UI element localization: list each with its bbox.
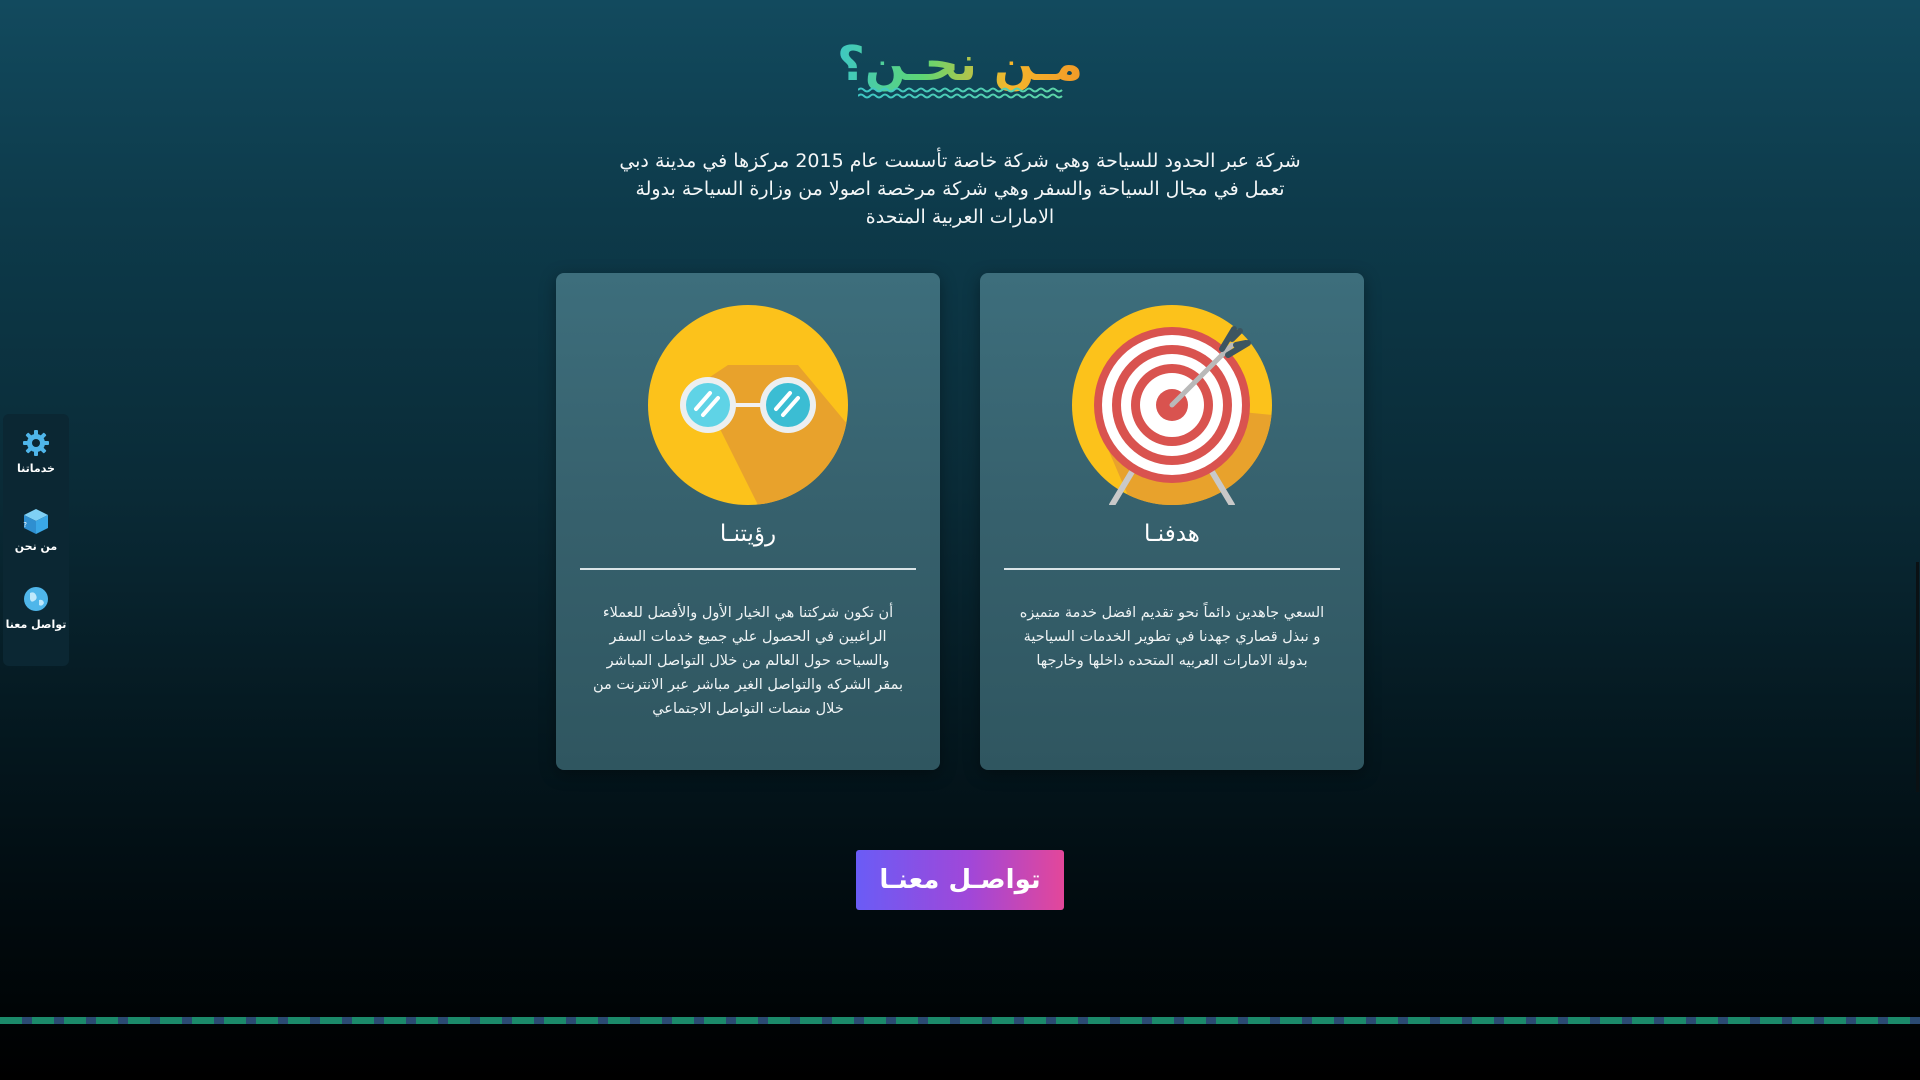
goal-card-title: هدفنـا <box>1144 521 1200 547</box>
target-icon <box>1072 305 1272 505</box>
globe-icon <box>24 587 48 611</box>
goal-card: هدفنـا السعي جاهدين دائماً نحو تقديم افض… <box>980 273 1364 770</box>
side-nav-label-contact: تواصل معنا <box>5 618 67 631</box>
about-intro-text: شركة عبر الحدود للسياحة وهي شركة خاصة تأ… <box>619 150 1301 228</box>
gear-icon <box>23 430 49 456</box>
vision-card: رؤيتنـا أن تكون شركتنا هي الخيار الأول و… <box>556 273 940 770</box>
vision-card-text: أن تكون شركتنا هي الخيار الأول والأفضل ل… <box>592 605 904 717</box>
goal-card-text: السعي جاهدين دائماً نحو تقديم افضل خدمة … <box>1019 605 1325 669</box>
side-nav-label-services: خدماتنا <box>17 462 55 475</box>
side-nav-label-about: من نحن <box>14 540 58 553</box>
vision-card-title: رؤيتنـا <box>719 521 777 547</box>
side-nav: خدماتنا ? من نحن تواصل معنا <box>3 414 69 666</box>
side-nav-item-contact[interactable]: تواصل معنا <box>3 584 69 632</box>
footer-stripe <box>0 1017 1920 1024</box>
svg-text:?: ? <box>23 521 27 529</box>
contact-us-button[interactable]: تواصـل معنـا <box>856 850 1064 910</box>
vision-card-divider <box>580 568 916 570</box>
goal-card-divider <box>1004 568 1340 570</box>
side-nav-item-services[interactable]: خدماتنا <box>3 428 69 476</box>
glasses-icon <box>648 305 848 505</box>
scroll-edge-line <box>1916 562 1919 792</box>
cube-icon: ? <box>23 509 48 534</box>
side-nav-item-about[interactable]: ? من نحن <box>3 506 69 554</box>
title-underline-wave <box>858 87 1063 99</box>
